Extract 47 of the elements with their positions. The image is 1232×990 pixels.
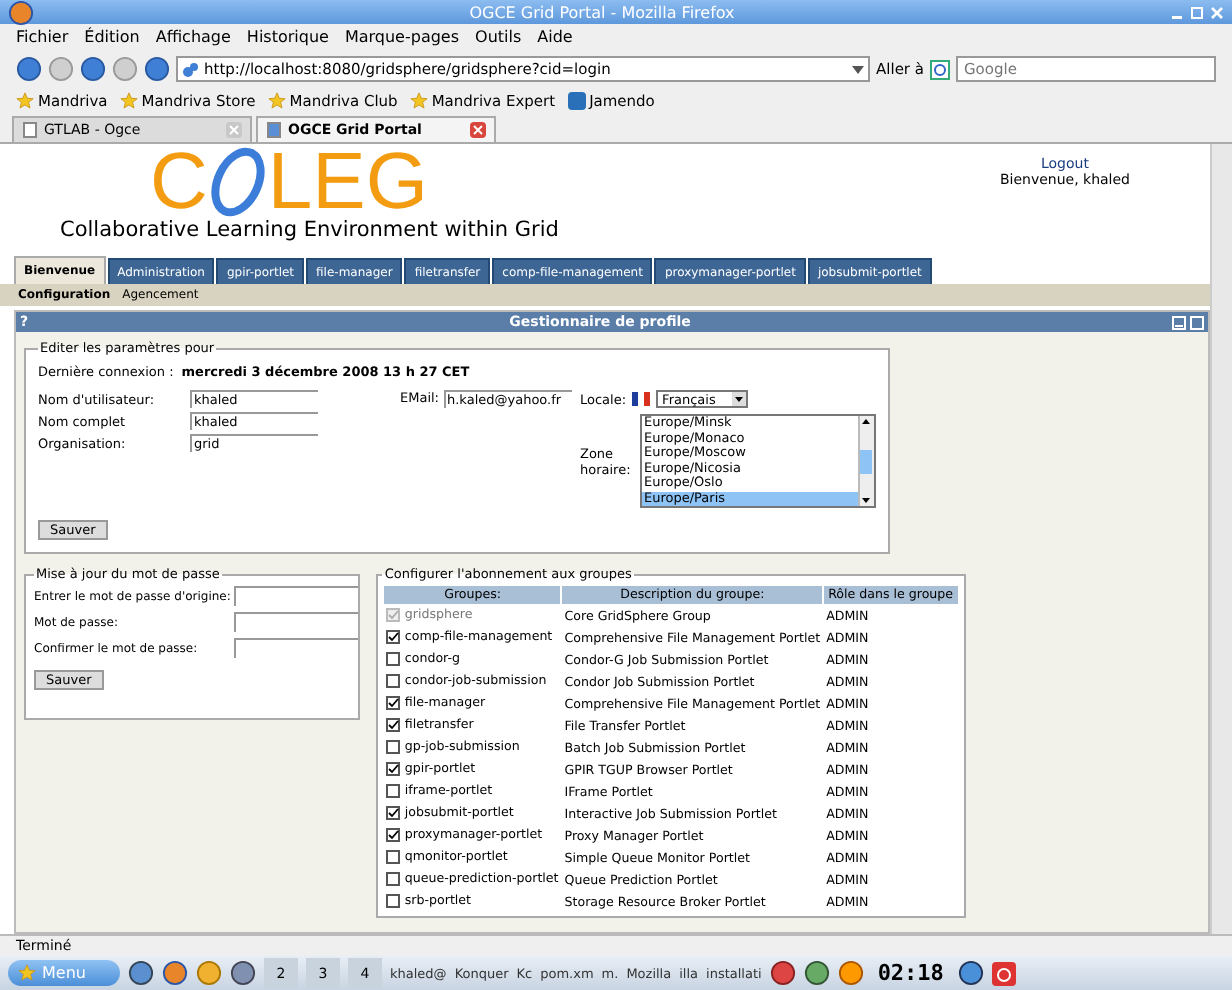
window-title: OGCE Grid Portal - Mozilla Firefox <box>467 3 737 21</box>
close-icon[interactable] <box>1210 5 1224 19</box>
checkbox[interactable] <box>386 827 401 841</box>
minimize-icon[interactable] <box>1172 315 1186 329</box>
scroll-thumb[interactable] <box>860 449 872 473</box>
checkbox[interactable] <box>386 849 401 863</box>
checkbox[interactable] <box>386 893 401 907</box>
menu-item[interactable]: Marque-pages <box>344 28 460 46</box>
checkbox[interactable] <box>386 739 401 753</box>
scroll-up-icon[interactable] <box>860 416 872 428</box>
star-icon <box>119 92 138 110</box>
maximize-icon[interactable] <box>1190 315 1204 329</box>
password-field[interactable] <box>234 612 359 632</box>
maximize-icon[interactable] <box>1190 5 1204 19</box>
password-field[interactable] <box>234 638 359 658</box>
checkbox[interactable] <box>386 673 401 687</box>
star-icon <box>16 92 34 110</box>
checkbox[interactable] <box>386 651 401 665</box>
scroll-down-icon[interactable] <box>860 494 872 506</box>
dropdown-icon[interactable] <box>852 63 865 75</box>
clock: 02:18 <box>875 960 946 986</box>
close-icon[interactable] <box>470 122 486 138</box>
menu-item[interactable]: Historique <box>246 28 329 46</box>
checkbox[interactable] <box>386 783 401 797</box>
checkbox[interactable] <box>386 871 401 885</box>
checkbox[interactable] <box>386 695 401 709</box>
menu-item[interactable]: Affichage <box>155 28 231 46</box>
star-icon <box>18 964 36 982</box>
logo-text: C <box>150 144 208 220</box>
page-icon <box>22 122 38 138</box>
dropdown-icon[interactable] <box>732 392 747 406</box>
site-subtitle: Collaborative Learning Environment within Grid <box>60 218 559 242</box>
scrollbar[interactable] <box>1210 144 1232 934</box>
menu-item[interactable]: Outils <box>475 28 522 46</box>
menu-item[interactable]: Aide <box>537 28 573 46</box>
password-field[interactable] <box>234 586 359 606</box>
flag-icon <box>632 392 651 406</box>
menu-item[interactable]: Fichier <box>16 28 69 46</box>
star-icon <box>267 92 286 110</box>
checkbox[interactable] <box>386 717 401 731</box>
checkbox[interactable] <box>386 805 401 819</box>
swoosh-icon <box>207 146 268 218</box>
logo-text: LEG <box>267 144 428 220</box>
checkbox[interactable] <box>386 629 401 643</box>
checkbox[interactable] <box>386 761 401 775</box>
star-icon <box>409 92 428 110</box>
menu-item[interactable]: Édition <box>84 28 140 46</box>
